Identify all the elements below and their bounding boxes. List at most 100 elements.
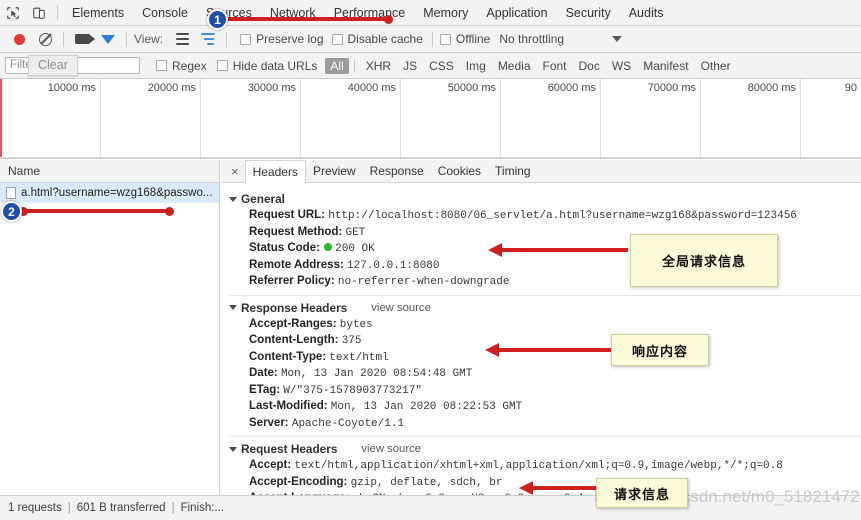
view-source-link[interactable]: view source: [371, 302, 431, 314]
header-value: gzip, deflate, sdch, br: [350, 476, 503, 489]
tab-console[interactable]: Console: [133, 0, 197, 26]
request-details-pane: × Headers Preview Response Cookies Timin…: [221, 160, 861, 495]
filter-divider: [353, 58, 355, 73]
toolbar-divider: [126, 31, 127, 47]
section-title: Response Headers: [241, 300, 348, 315]
disable-cache-checkbox[interactable]: [331, 33, 343, 45]
tab-timing[interactable]: Timing: [488, 160, 538, 183]
preserve-log-label: Preserve log: [256, 32, 324, 46]
filter-type-xhr[interactable]: XHR: [360, 58, 397, 74]
network-overview-timeline[interactable]: 10000 ms 20000 ms 30000 ms 40000 ms 50000 ms…: [0, 79, 861, 159]
header-row: Accept-Ranges: bytes: [229, 317, 861, 334]
network-toolbar: View: Preserve log Disable cache Offline…: [0, 26, 861, 53]
section-header-general[interactable]: General: [229, 192, 861, 206]
header-key: Last-Modified:: [249, 400, 331, 412]
header-row: Last-Modified: Mon, 13 Jan 2020 08:22:53…: [229, 399, 861, 416]
header-key: Request URL:: [249, 209, 329, 221]
tab-network[interactable]: Network: [261, 0, 325, 26]
filter-type-font[interactable]: Font: [537, 58, 573, 74]
filter-type-manifest[interactable]: Manifest: [637, 58, 694, 74]
header-value: http://localhost:8080/06_servlet/a.html?…: [328, 210, 797, 222]
header-key: Accept:: [249, 459, 295, 471]
tab-elements[interactable]: Elements: [63, 0, 133, 26]
overview-tick-label: 70000 ms: [647, 82, 696, 94]
section-divider: [229, 294, 861, 296]
tab-performance[interactable]: Performance: [325, 0, 415, 26]
throttling-select[interactable]: No throttling: [499, 32, 564, 46]
filter-type-media[interactable]: Media: [492, 58, 537, 74]
status-transferred: 601 B transferred: [76, 502, 166, 514]
filter-type-other[interactable]: Other: [695, 58, 737, 74]
header-value: GET: [345, 226, 366, 239]
filter-icon[interactable]: [95, 26, 121, 52]
offline-label: Offline: [455, 32, 491, 46]
record-button[interactable]: [6, 26, 32, 52]
filter-type-all[interactable]: All: [325, 57, 349, 74]
header-value: 200 OK: [335, 243, 375, 255]
annotation-line-2: [22, 209, 170, 213]
tab-audits[interactable]: Audits: [620, 0, 673, 26]
section-divider: [229, 436, 861, 437]
tab-cookies[interactable]: Cookies: [431, 160, 488, 183]
view-source-link[interactable]: view source: [361, 443, 421, 455]
regex-row[interactable]: Regex: [156, 59, 207, 73]
inspect-element-icon[interactable]: [0, 0, 26, 26]
hide-data-urls-row[interactable]: Hide data URLs: [216, 59, 317, 73]
view-label: View:: [134, 32, 164, 46]
devtools-window: Elements Console Sources Network Perform…: [0, 0, 861, 520]
header-value: bytes: [339, 318, 373, 331]
annotation-arrow-request: [519, 481, 599, 495]
document-icon: [6, 186, 16, 199]
tab-memory[interactable]: Memory: [414, 0, 477, 26]
header-key: Status Code:: [249, 242, 324, 254]
tab-response[interactable]: Response: [363, 160, 431, 183]
clear-tooltip: Clear: [28, 55, 78, 76]
callout-general: 全局请求信息: [630, 234, 778, 287]
tab-security[interactable]: Security: [557, 0, 620, 26]
header-key: Accept-Encoding:: [249, 475, 351, 488]
disable-cache-label: Disable cache: [347, 32, 423, 46]
device-toolbar-icon[interactable]: [26, 0, 52, 26]
overview-tick-label: 50000 ms: [447, 82, 496, 94]
camera-icon[interactable]: [69, 26, 95, 52]
list-view-icon[interactable]: [169, 26, 195, 52]
preserve-log-row[interactable]: Preserve log: [240, 32, 324, 46]
table-row[interactable]: a.html?username=wzg168&passwo...: [0, 183, 219, 203]
annotation-marker-1: 1: [207, 9, 228, 30]
filter-type-doc[interactable]: Doc: [573, 58, 606, 74]
tab-application[interactable]: Application: [477, 0, 556, 26]
column-header-name[interactable]: Name: [0, 160, 219, 183]
request-name: a.html?username=wzg168&passwo...: [21, 186, 213, 199]
filter-type-img[interactable]: Img: [460, 58, 492, 74]
disable-cache-row[interactable]: Disable cache: [331, 32, 423, 46]
header-key: Accept-Ranges:: [249, 317, 340, 330]
hide-data-urls-checkbox[interactable]: [216, 60, 228, 71]
overview-gridline: [300, 79, 301, 158]
tab-preview[interactable]: Preview: [306, 160, 363, 183]
header-key: Date:: [249, 367, 281, 379]
annotation-dot-2-end: [165, 207, 174, 216]
offline-checkbox[interactable]: [439, 33, 451, 45]
filter-type-css[interactable]: CSS: [423, 58, 460, 74]
header-value: Apache-Coyote/1.1: [291, 417, 405, 430]
preserve-log-checkbox[interactable]: [240, 33, 252, 45]
clear-button[interactable]: [32, 26, 58, 52]
status-badge: [324, 243, 333, 251]
header-value: 127.0.0.1:8080: [347, 259, 440, 272]
overview-gridline: [400, 79, 401, 158]
close-icon[interactable]: ×: [225, 165, 245, 178]
regex-checkbox[interactable]: [156, 60, 167, 71]
header-row: Date: Mon, 13 Jan 2020 08:54:48 GMT: [229, 366, 861, 383]
overview-start-marker: [0, 79, 2, 158]
annotation-dot-1-end: [384, 15, 393, 24]
header-row: Request URL: http://localhost:8080/06_se…: [229, 208, 861, 225]
offline-row[interactable]: Offline: [439, 32, 491, 46]
section-header-response-headers[interactable]: Response Headers view source: [229, 301, 861, 315]
tab-headers[interactable]: Headers: [244, 160, 306, 184]
section-header-request-headers[interactable]: Request Headers view source: [229, 442, 861, 456]
header-value: Mon, 13 Jan 2020 08:54:48 GMT: [280, 368, 473, 380]
overview-ticks: 10000 ms 20000 ms 30000 ms 40000 ms 50000 ms…: [0, 79, 861, 158]
chevron-down-icon[interactable]: [612, 36, 623, 42]
filter-type-ws[interactable]: WS: [606, 58, 637, 74]
filter-type-js[interactable]: JS: [397, 58, 423, 74]
